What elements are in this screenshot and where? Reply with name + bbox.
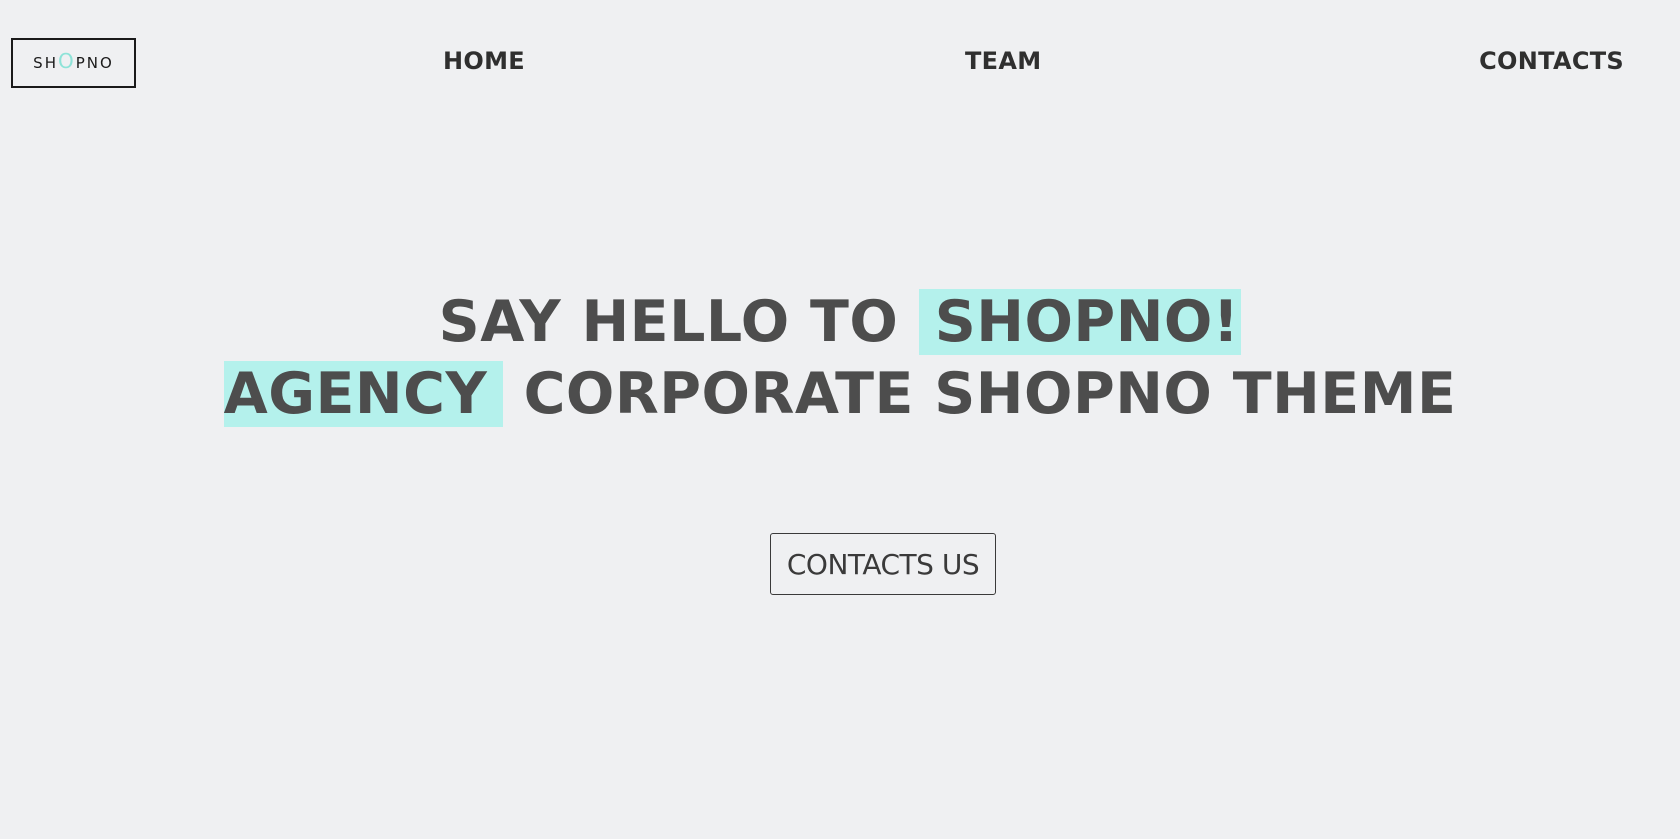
hero-heading-line-1: SAY HELLO TO SHOPNO!: [0, 286, 1680, 358]
hero-heading-line-2: AGENCY CORPORATE SHOPNO THEME: [0, 358, 1680, 430]
landing-page: SH O PNO HOME TEAM CONTACTS SAY HELLO TO S…: [0, 0, 1680, 839]
nav-team-link[interactable]: TEAM: [965, 47, 1041, 75]
hero-line-1-text: SAY HELLO TO: [438, 289, 919, 355]
contacts-us-button[interactable]: CONTACTS US: [770, 533, 996, 595]
hero-heading: SAY HELLO TO SHOPNO! AGENCY CORPORATE SH…: [0, 286, 1680, 430]
nav-contacts-link[interactable]: CONTACTS: [1479, 47, 1624, 75]
logo-accent-letter: O: [57, 49, 76, 73]
hero-line-2-text: CORPORATE SHOPNO THEME: [503, 361, 1457, 427]
nav-home-link[interactable]: HOME: [443, 47, 525, 75]
logo-text-start: SH: [33, 54, 58, 72]
hero-line-2-highlight: AGENCY: [223, 361, 504, 427]
logo-text-end: PNO: [75, 54, 114, 72]
logo-link[interactable]: SH O PNO: [11, 38, 136, 88]
hero-line-1-highlight: SHOPNO!: [918, 289, 1242, 355]
